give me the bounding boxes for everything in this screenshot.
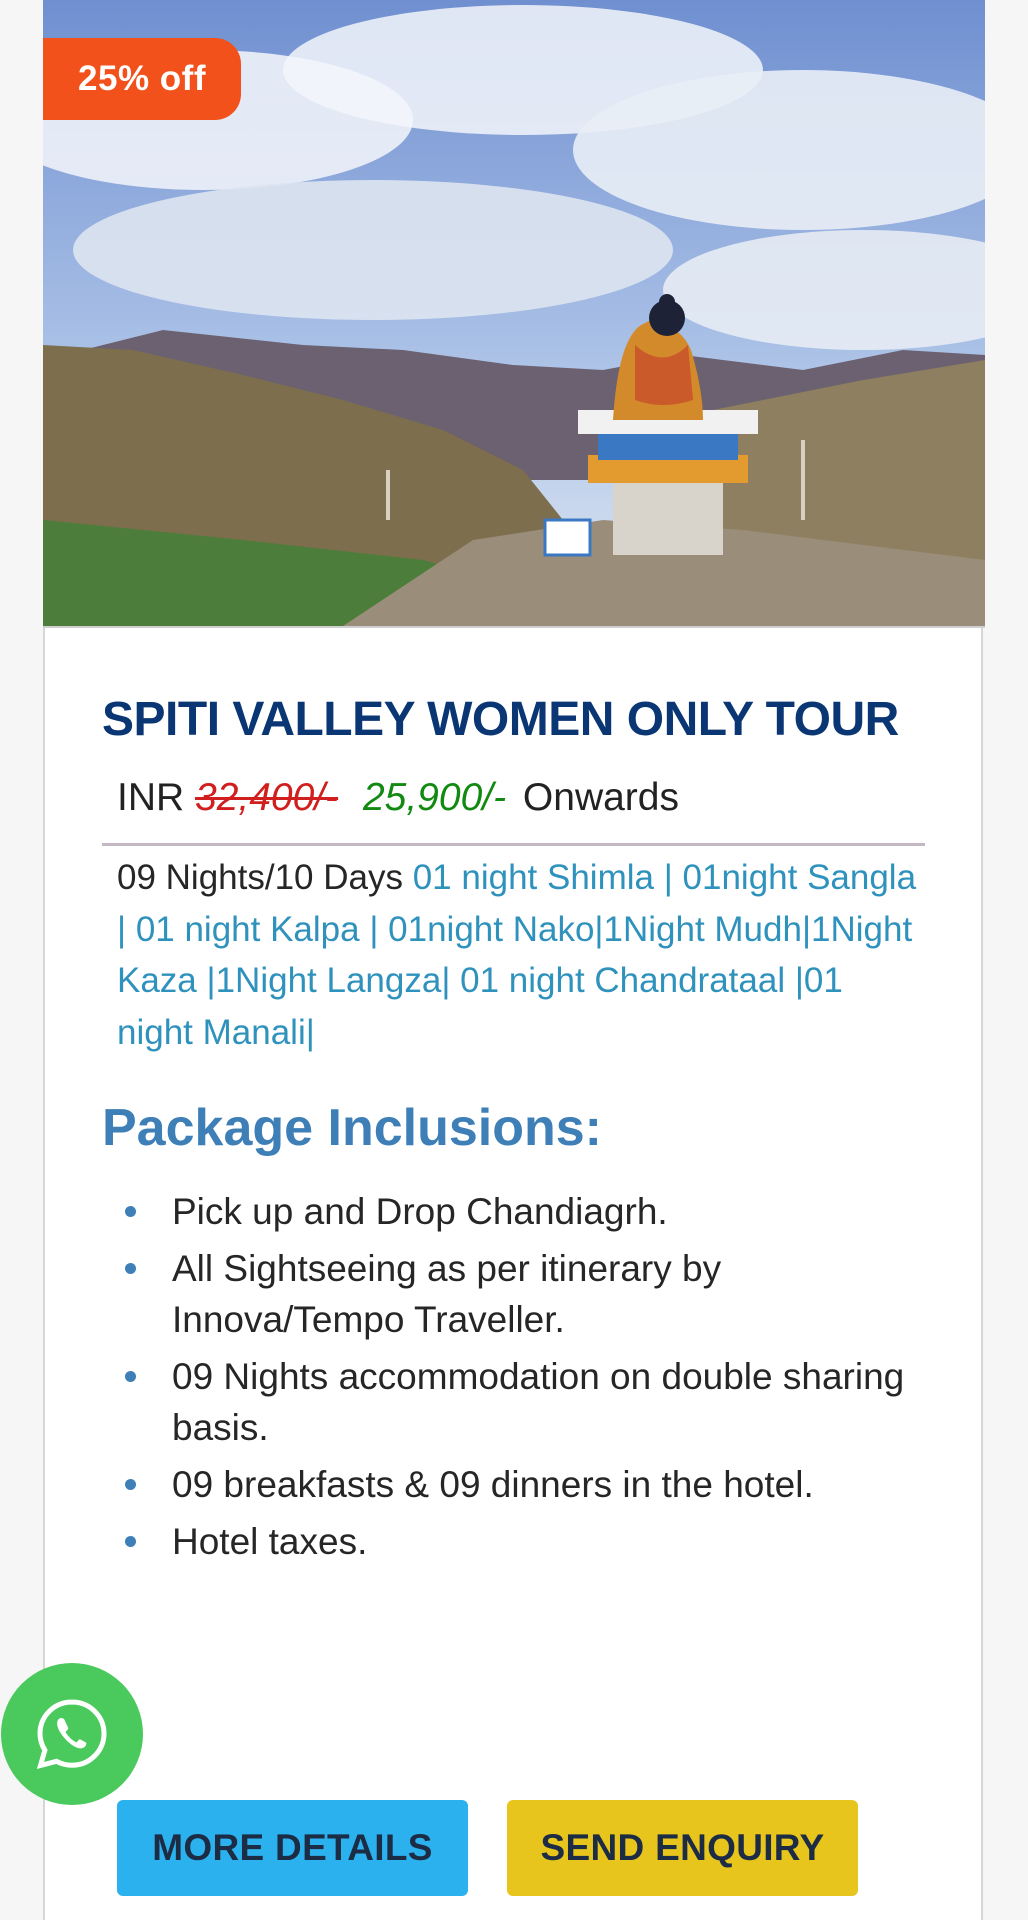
bullet-icon bbox=[125, 1371, 136, 1382]
inclusions-heading: Package Inclusions: bbox=[102, 1099, 602, 1157]
list-item: 09 Nights accommodation on double sharin… bbox=[117, 1351, 917, 1453]
whatsapp-button[interactable] bbox=[1, 1663, 143, 1805]
inclusion-text: 09 breakfasts & 09 dinners in the hotel. bbox=[172, 1464, 814, 1505]
discount-badge: 25% off bbox=[43, 38, 241, 120]
price-currency: INR bbox=[117, 776, 185, 819]
bullet-icon bbox=[125, 1263, 136, 1274]
whatsapp-icon bbox=[36, 1699, 107, 1770]
price-line: INR 32,400/- 25,900/- Onwards bbox=[117, 776, 679, 820]
new-price: 25,900/- bbox=[362, 776, 507, 819]
inclusion-text: All Sightseeing as per itinerary by Inno… bbox=[172, 1248, 722, 1340]
list-item: 09 breakfasts & 09 dinners in the hotel. bbox=[117, 1459, 917, 1510]
trip-duration: 09 Nights/10 Days bbox=[117, 858, 403, 897]
bullet-icon bbox=[125, 1206, 136, 1217]
list-item: Hotel taxes. bbox=[117, 1516, 917, 1567]
inclusion-text: Hotel taxes. bbox=[172, 1521, 368, 1562]
divider bbox=[102, 843, 925, 846]
itinerary: 09 Nights/10 Days 01 night Shimla | 01ni… bbox=[117, 852, 917, 1058]
more-details-button[interactable]: MORE DETAILS bbox=[117, 1800, 468, 1896]
package-title[interactable]: SPITI VALLEY WOMEN ONLY TOUR bbox=[102, 692, 942, 747]
bullet-icon bbox=[125, 1536, 136, 1547]
inclusion-text: Pick up and Drop Chandiagrh. bbox=[172, 1191, 668, 1232]
price-suffix: Onwards bbox=[522, 776, 679, 819]
inclusions-list: Pick up and Drop Chandiagrh. All Sightse… bbox=[117, 1186, 917, 1573]
list-item: All Sightseeing as per itinerary by Inno… bbox=[117, 1243, 917, 1345]
send-enquiry-button[interactable]: SEND ENQUIRY bbox=[507, 1800, 858, 1896]
bullet-icon bbox=[125, 1479, 136, 1490]
page: 25% off SPITI VALLEY WOMEN ONLY TOUR INR… bbox=[0, 0, 1028, 1920]
inclusion-text: 09 Nights accommodation on double sharin… bbox=[172, 1356, 905, 1448]
list-item: Pick up and Drop Chandiagrh. bbox=[117, 1186, 917, 1237]
old-price: 32,400/- bbox=[195, 776, 339, 819]
